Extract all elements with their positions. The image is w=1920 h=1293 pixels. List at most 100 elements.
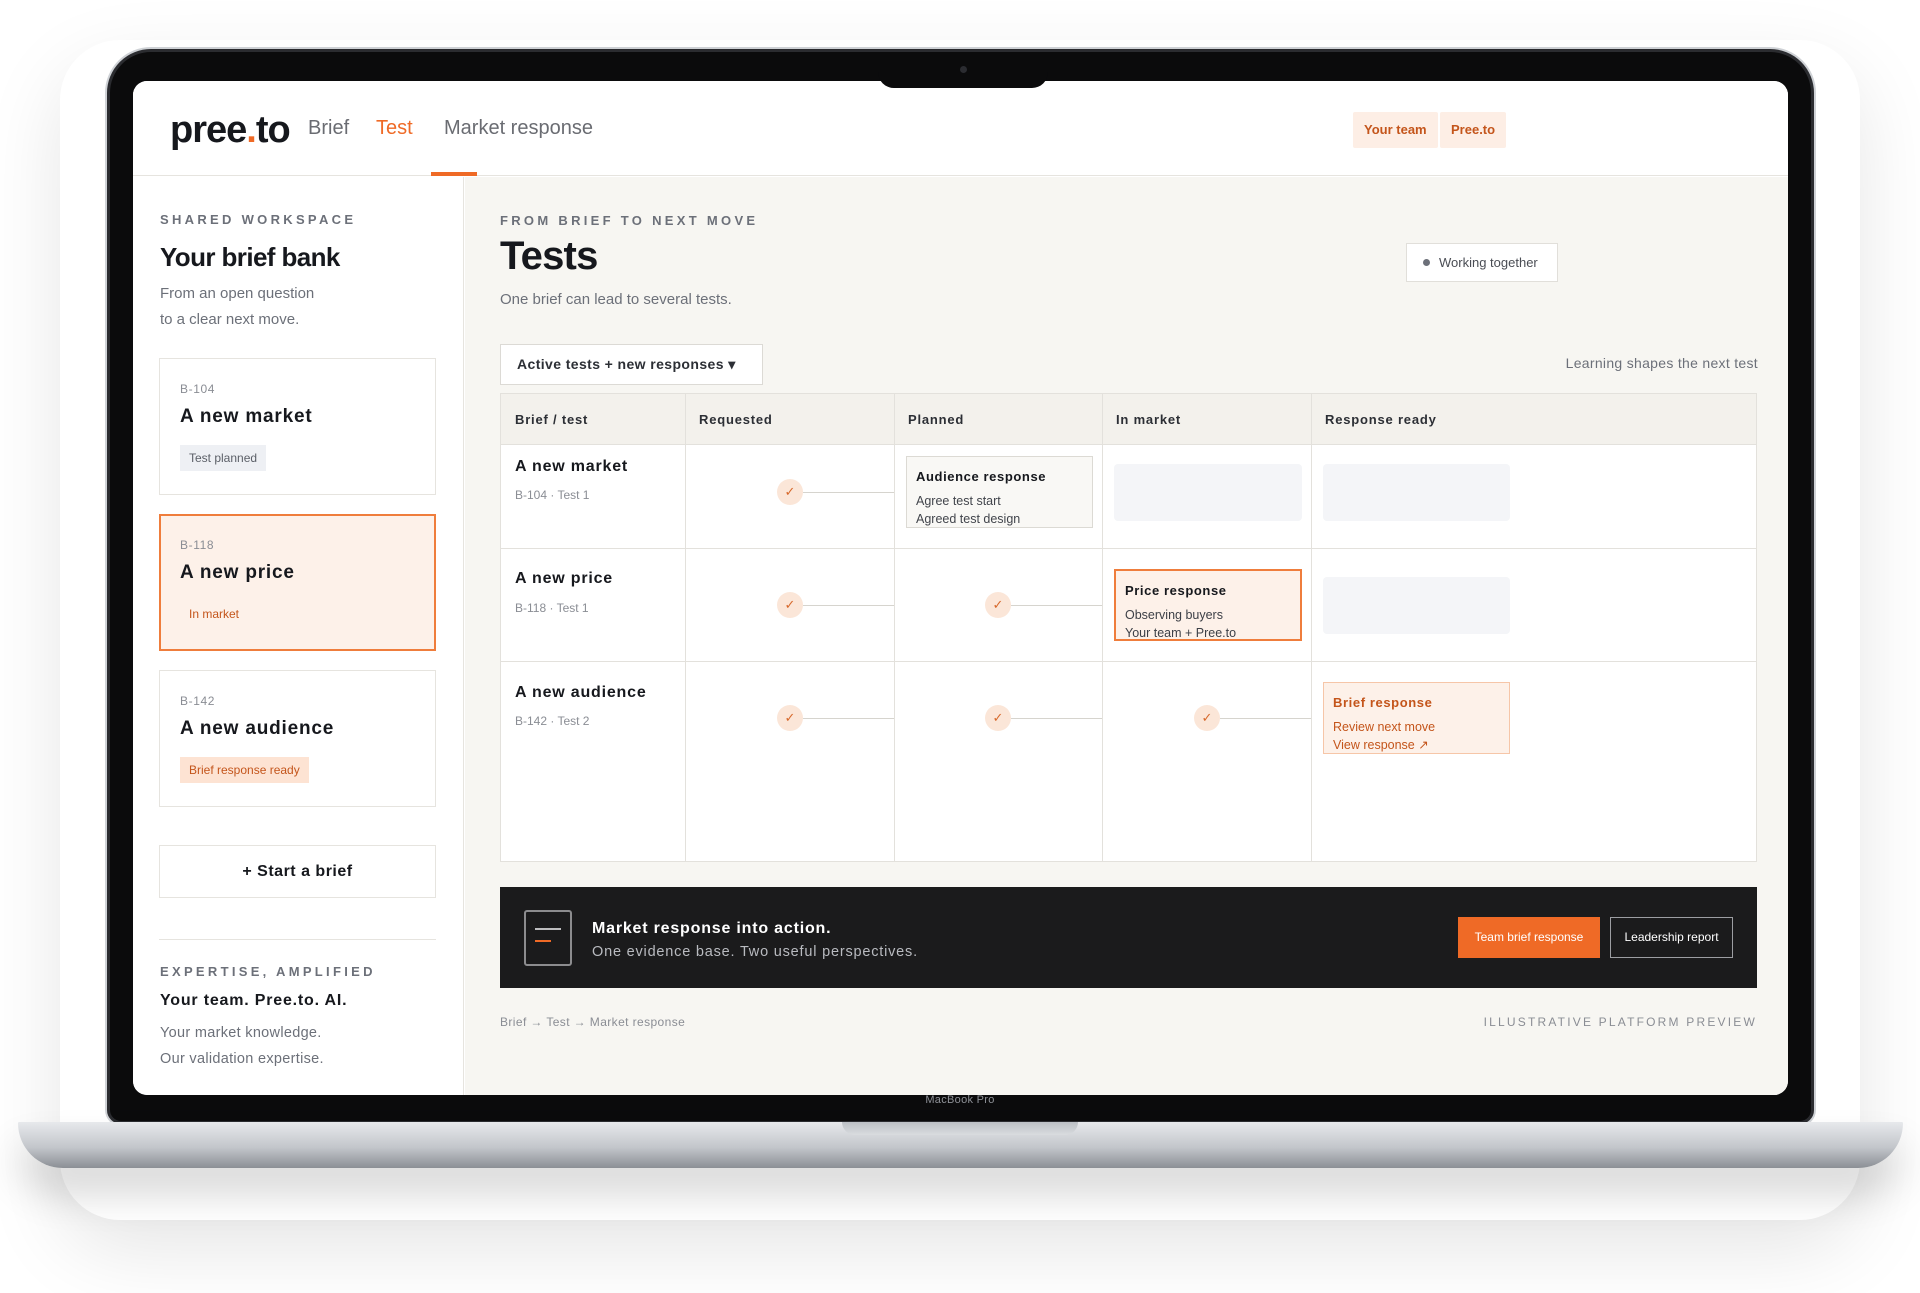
banner-title: Market response into action.	[592, 920, 832, 937]
row-divider	[501, 548, 1756, 549]
sidebar-eyebrow: SHARED WORKSPACE	[160, 212, 357, 227]
sidebar-footer-line2: Our validation expertise.	[160, 1051, 324, 1067]
empty-stage-placeholder	[1323, 577, 1510, 634]
breadcrumb: Brief → Test → Market response	[500, 1015, 686, 1029]
brief-id: B-104	[180, 382, 216, 396]
progress-connector	[1011, 605, 1102, 606]
brief-id: B-118	[180, 538, 215, 552]
sidebar-divider	[159, 939, 436, 940]
row-id: B-104 · Test 1	[515, 488, 590, 502]
team-brief-response-button[interactable]: Team brief response	[1458, 917, 1600, 958]
card-title: Audience response	[916, 469, 1047, 484]
learning-note: Learning shapes the next test	[1565, 355, 1758, 371]
empty-stage-placeholder	[1114, 464, 1302, 521]
brief-id: B-142	[180, 694, 216, 708]
check-icon: ✓	[1194, 705, 1220, 731]
row-title: A new audience	[515, 684, 647, 701]
page-subtitle: One brief can lead to several tests.	[500, 291, 732, 308]
column-header-in-market: In market	[1116, 412, 1182, 427]
column-divider	[894, 394, 895, 861]
row-divider	[501, 661, 1756, 662]
check-icon: ✓	[777, 592, 803, 618]
status-badge: Test planned	[180, 445, 267, 471]
progress-connector	[803, 492, 894, 493]
app-screen: pree.to Brief Test Market response Your …	[133, 81, 1788, 1095]
sidebar-subtitle-line2: to a clear next move.	[160, 311, 300, 328]
check-icon: ✓	[777, 479, 803, 505]
brief-title: A new audience	[180, 718, 335, 739]
status-badge: In market	[180, 601, 249, 627]
view-response-link[interactable]: View response ↗	[1333, 736, 1500, 754]
logo-end: to	[255, 109, 291, 151]
sidebar-subtitle-line1: From an open question	[160, 285, 315, 302]
column-header-response-ready: Response ready	[1325, 412, 1437, 427]
active-nav-indicator	[431, 172, 477, 176]
logo-main: pree	[170, 109, 247, 151]
row-title: A new price	[515, 570, 614, 587]
audience-response-card[interactable]: Audience response Agree test start Agree…	[906, 456, 1093, 528]
sidebar-footer-title: Your team. Pree.to. AI.	[160, 992, 348, 1009]
brief-title: A new price	[180, 562, 295, 583]
table-header: Brief / test Requested Planned In market…	[501, 394, 1756, 445]
progress-connector	[803, 718, 894, 719]
sidebar-footer-text: Your market knowledge. Our validation ex…	[160, 1020, 324, 1072]
preeto-chip[interactable]: Pree.to	[1440, 112, 1507, 148]
logo[interactable]: pree.to	[170, 109, 291, 152]
column-header-brief-test: Brief / test	[515, 412, 589, 427]
check-icon: ✓	[985, 592, 1011, 618]
device-label: MacBook Pro	[925, 1094, 995, 1106]
progress-connector	[803, 605, 894, 606]
empty-stage-placeholder	[1323, 464, 1510, 521]
action-banner: Market response into action. One evidenc…	[500, 887, 1757, 988]
check-icon: ✓	[777, 705, 803, 731]
sidebar-footer-line1: Your market knowledge.	[160, 1025, 322, 1041]
card-line: Your team + Pree.to	[1125, 626, 1237, 640]
brief-title: A new market	[180, 406, 313, 427]
sidebar-subtitle: From an open question to a clear next mo…	[160, 281, 360, 333]
price-response-card[interactable]: Price response Observing buyers Your tea…	[1114, 569, 1302, 641]
banner-subtitle: One evidence base. Two useful perspectiv…	[592, 944, 918, 960]
tests-filter-dropdown[interactable]: Active tests + new responses ▾	[500, 344, 763, 385]
page-eyebrow: FROM BRIEF TO NEXT MOVE	[500, 213, 759, 228]
page-title: Tests	[500, 234, 598, 278]
column-header-planned: Planned	[908, 412, 965, 427]
laptop-mockup: MacBook Pro pree.to Brief Test Market re…	[0, 0, 1920, 1293]
tests-table: Brief / test Requested Planned In market…	[500, 393, 1757, 862]
nav-brief[interactable]: Brief	[308, 117, 349, 140]
card-title: Price response	[1125, 583, 1227, 598]
nav-market-response[interactable]: Market response	[444, 117, 593, 140]
card-line: Agreed test design	[916, 512, 1021, 526]
card-line: Agree test start	[916, 494, 1001, 508]
card-line: Observing buyers	[1125, 608, 1223, 622]
card-title: Brief response	[1333, 695, 1433, 710]
brief-card-b142[interactable]: B-142 A new audience Brief response read…	[159, 670, 436, 807]
progress-connector	[1011, 718, 1102, 719]
logo-dot: .	[246, 109, 257, 151]
your-team-chip[interactable]: Your team	[1353, 112, 1438, 148]
column-divider	[685, 394, 686, 861]
top-navigation: pree.to Brief Test Market response Your …	[133, 81, 1788, 176]
brief-response-card[interactable]: Brief response Review next move View res…	[1323, 682, 1510, 754]
brief-card-b118[interactable]: B-118 A new price In market	[159, 514, 436, 651]
card-line: Review next move	[1333, 720, 1436, 734]
sidebar-footer-eyebrow: EXPERTISE, AMPLIFIED	[160, 964, 376, 979]
camera-icon	[960, 66, 967, 73]
row-title: A new market	[515, 458, 629, 475]
sidebar: SHARED WORKSPACE Your brief bank From an…	[133, 177, 464, 1095]
check-icon: ✓	[985, 705, 1011, 731]
brief-card-b104[interactable]: B-104 A new market Test planned	[159, 358, 436, 495]
preview-note: ILLUSTRATIVE PLATFORM PREVIEW	[1483, 1015, 1757, 1029]
start-brief-button[interactable]: + Start a brief	[159, 845, 436, 898]
column-divider	[1311, 394, 1312, 861]
status-badge: Brief response ready	[180, 757, 309, 783]
row-id: B-142 · Test 2	[515, 714, 590, 728]
column-header-requested: Requested	[699, 412, 773, 427]
nav-test[interactable]: Test	[376, 117, 413, 140]
laptop-groove	[842, 1122, 1078, 1135]
row-id: B-118 · Test 1	[515, 601, 589, 615]
working-together-chip[interactable]: Working together	[1406, 243, 1558, 282]
column-divider	[1102, 394, 1103, 861]
main-content: FROM BRIEF TO NEXT MOVE Tests One brief …	[465, 177, 1788, 1095]
progress-connector	[1220, 718, 1311, 719]
leadership-report-button[interactable]: Leadership report	[1610, 917, 1733, 958]
